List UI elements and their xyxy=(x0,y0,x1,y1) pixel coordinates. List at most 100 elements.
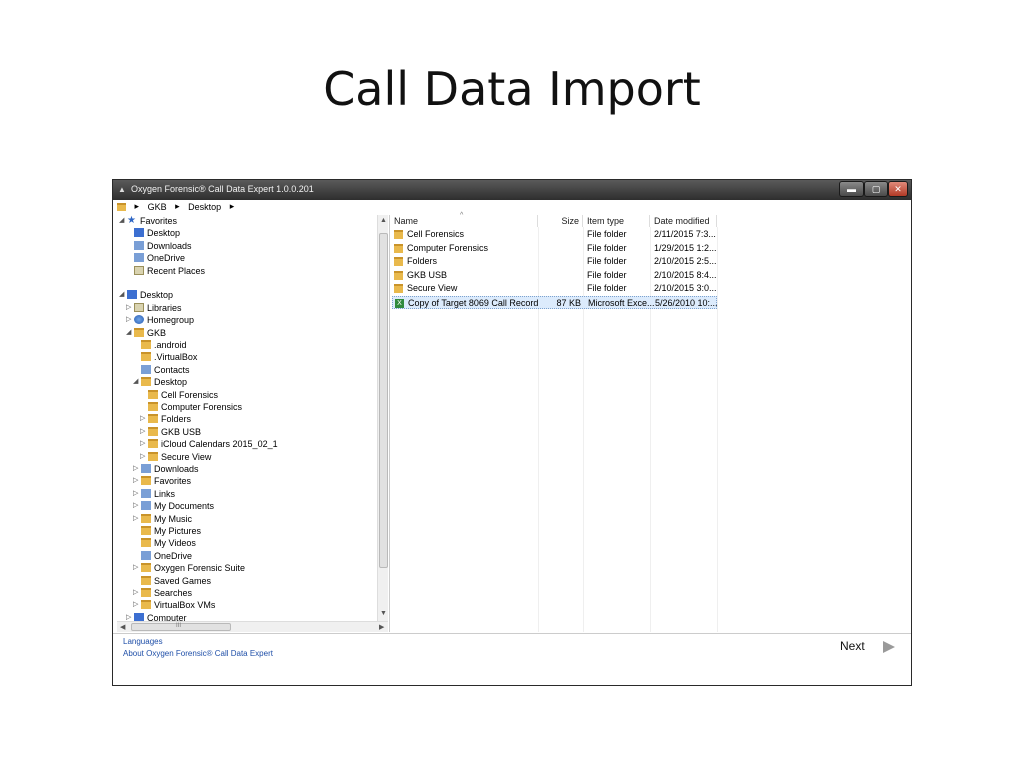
expand-icon[interactable]: ▷ xyxy=(133,599,141,611)
app-icon: ▲ xyxy=(118,185,126,194)
tree-horizontal-scrollbar[interactable]: ◀ III ▶ xyxy=(117,621,388,632)
file-row[interactable]: GKB USB File folder 2/10/2015 8:4... xyxy=(392,269,717,282)
expand-icon[interactable]: ▷ xyxy=(133,513,141,525)
tree-item[interactable]: OneDrive xyxy=(133,550,192,562)
close-button[interactable]: ✕ xyxy=(888,181,908,197)
scroll-right-icon[interactable]: ▶ xyxy=(379,623,384,631)
collapse-icon[interactable]: ◢ xyxy=(119,289,127,301)
expand-icon[interactable]: ▷ xyxy=(140,426,148,438)
tree-item[interactable]: My Videos xyxy=(133,537,196,549)
tree-item[interactable]: ▷ Downloads xyxy=(133,463,199,475)
expand-icon[interactable]: ▷ xyxy=(126,302,134,314)
tree-item[interactable]: ◢ GKB xyxy=(126,327,166,339)
tree-item[interactable]: ◢ Desktop xyxy=(133,376,187,388)
file-row[interactable]: Cell Forensics File folder 2/11/2015 7:3..… xyxy=(392,228,717,241)
tree-item[interactable]: My Pictures xyxy=(133,525,201,537)
tree-hscroll-thumb[interactable]: III xyxy=(131,623,231,631)
expand-icon[interactable]: ▷ xyxy=(133,562,141,574)
tree-item[interactable]: Desktop xyxy=(126,227,180,239)
expand-icon[interactable]: ▷ xyxy=(126,314,134,326)
breadcrumb-arrow-icon[interactable]: ▸ xyxy=(230,201,235,212)
column-header-size[interactable]: Size xyxy=(538,215,583,227)
expand-icon[interactable]: ▷ xyxy=(126,612,134,621)
tree-item[interactable]: Recent Places xyxy=(126,265,205,277)
collapse-icon[interactable]: ◢ xyxy=(126,327,134,339)
collapse-icon[interactable]: ◢ xyxy=(133,376,141,388)
tree-item[interactable]: .android xyxy=(133,339,187,351)
tree-item-label: Searches xyxy=(154,588,193,598)
column-header-type[interactable]: Item type xyxy=(583,215,650,227)
tree-item[interactable]: Saved Games xyxy=(133,575,211,587)
tree-item[interactable]: ▷ My Documents xyxy=(133,500,214,512)
file-row[interactable]: Secure View File folder 2/10/2015 3:0... xyxy=(392,282,717,295)
tree-item[interactable]: ▷ Folders xyxy=(140,413,191,425)
tree-item[interactable]: Downloads xyxy=(126,240,192,252)
breadcrumb-desktop[interactable]: Desktop xyxy=(188,202,221,212)
folder-icon xyxy=(148,414,158,424)
tree-item[interactable]: ▷ iCloud Calendars 2015_02_1 xyxy=(140,438,278,450)
file-name: Copy of Target 8069 Call Records... xyxy=(408,297,538,308)
tree-item[interactable]: ◢ ★ Favorites xyxy=(119,215,177,227)
file-row[interactable]: Computer Forensics File folder 1/29/2015 1… xyxy=(392,242,717,255)
minimize-button[interactable]: ▬ xyxy=(839,181,864,197)
tree-item[interactable]: ▷ Favorites xyxy=(133,475,191,487)
tree-item[interactable]: ▷ Oxygen Forensic Suite xyxy=(133,562,245,574)
breadcrumb-gkb[interactable]: GKB xyxy=(148,202,167,212)
scroll-down-icon[interactable]: ▼ xyxy=(380,610,387,617)
expand-icon[interactable]: ▷ xyxy=(133,475,141,487)
tree-item[interactable]: ▷ Libraries xyxy=(126,302,182,314)
tree-item-label: Saved Games xyxy=(154,575,212,586)
column-name-label: Name xyxy=(394,216,419,226)
next-button[interactable]: Next xyxy=(840,639,905,657)
about-link[interactable]: About Oxygen Forensic® Call Data Expert xyxy=(123,649,273,658)
tree-item[interactable]: ▷ Computer xyxy=(126,612,187,621)
tree-item[interactable]: ▷ Homegroup xyxy=(126,314,194,326)
collapse-icon[interactable]: ◢ xyxy=(119,215,127,227)
scroll-left-icon[interactable]: ◀ xyxy=(120,623,125,631)
file-name: Cell Forensics xyxy=(407,229,465,239)
tree-item[interactable]: ▷ Searches xyxy=(133,587,192,599)
expand-icon[interactable]: ▷ xyxy=(140,451,148,463)
expand-icon[interactable]: ▷ xyxy=(133,587,141,599)
slide-title: Call Data Import xyxy=(323,62,701,116)
tree-item-label: My Music xyxy=(154,513,192,524)
folder-tree[interactable]: ◢ ★ Favorites Desktop Downloads OneDrive Recen… xyxy=(117,215,377,621)
tree-item[interactable]: .VirtualBox xyxy=(133,351,197,363)
expand-icon[interactable]: ▷ xyxy=(140,438,148,450)
file-row[interactable]: X Copy of Target 8069 Call Records... 87 K… xyxy=(392,295,718,309)
excel-icon: X xyxy=(395,298,404,308)
expand-icon[interactable]: ▷ xyxy=(140,413,148,425)
tree-item[interactable]: ▷ VirtualBox VMs xyxy=(133,599,215,611)
tree-item[interactable]: ▷ My Music xyxy=(133,513,192,525)
folder-icon xyxy=(141,340,151,349)
tree-item[interactable]: ▷ Links xyxy=(133,488,175,500)
tree-item[interactable]: ◢ Desktop xyxy=(119,289,173,301)
tree-item[interactable]: ▷ Secure View xyxy=(140,451,211,463)
expand-icon[interactable]: ▷ xyxy=(133,500,141,512)
maximize-button[interactable]: ▢ xyxy=(864,181,888,197)
file-date: 2/11/2015 7:3... xyxy=(654,229,716,239)
tree-item[interactable]: Cell Forensics xyxy=(140,389,218,401)
expand-icon[interactable]: ▷ xyxy=(133,463,141,475)
column-header-date[interactable]: Date modified xyxy=(650,215,717,227)
file-name: Computer Forensics xyxy=(407,242,489,253)
languages-link[interactable]: Languages xyxy=(123,637,163,646)
tree-scroll-thumb[interactable] xyxy=(379,233,388,568)
tree-item[interactable]: Contacts xyxy=(133,364,190,376)
column-header-name[interactable]: Name ^ xyxy=(390,212,538,227)
scroll-up-icon[interactable]: ▲ xyxy=(380,217,387,224)
address-bar[interactable]: ▸ GKB ▸ Desktop ▸ xyxy=(117,201,907,215)
folder-icon xyxy=(394,257,403,266)
file-row[interactable]: Folders File folder 2/10/2015 2:5... xyxy=(392,255,717,268)
tree-item[interactable]: Computer Forensics xyxy=(140,401,242,413)
file-type: File folder xyxy=(587,283,627,293)
tree-item[interactable]: OneDrive xyxy=(126,252,185,264)
title-bar[interactable]: ▲ Oxygen Forensic® Call Data Expert 1.0.… xyxy=(113,180,911,200)
breadcrumb-arrow-icon[interactable]: ▸ xyxy=(135,201,140,212)
file-list[interactable]: Name ^ Size Item type Date modified Cell… xyxy=(389,212,909,632)
expand-icon[interactable]: ▷ xyxy=(133,488,141,500)
breadcrumb-arrow-icon[interactable]: ▸ xyxy=(175,201,180,212)
next-label: Next xyxy=(840,639,865,653)
tree-vertical-scrollbar[interactable]: ▲ ▼ xyxy=(377,215,388,621)
tree-item[interactable]: ▷ GKB USB xyxy=(140,426,201,438)
